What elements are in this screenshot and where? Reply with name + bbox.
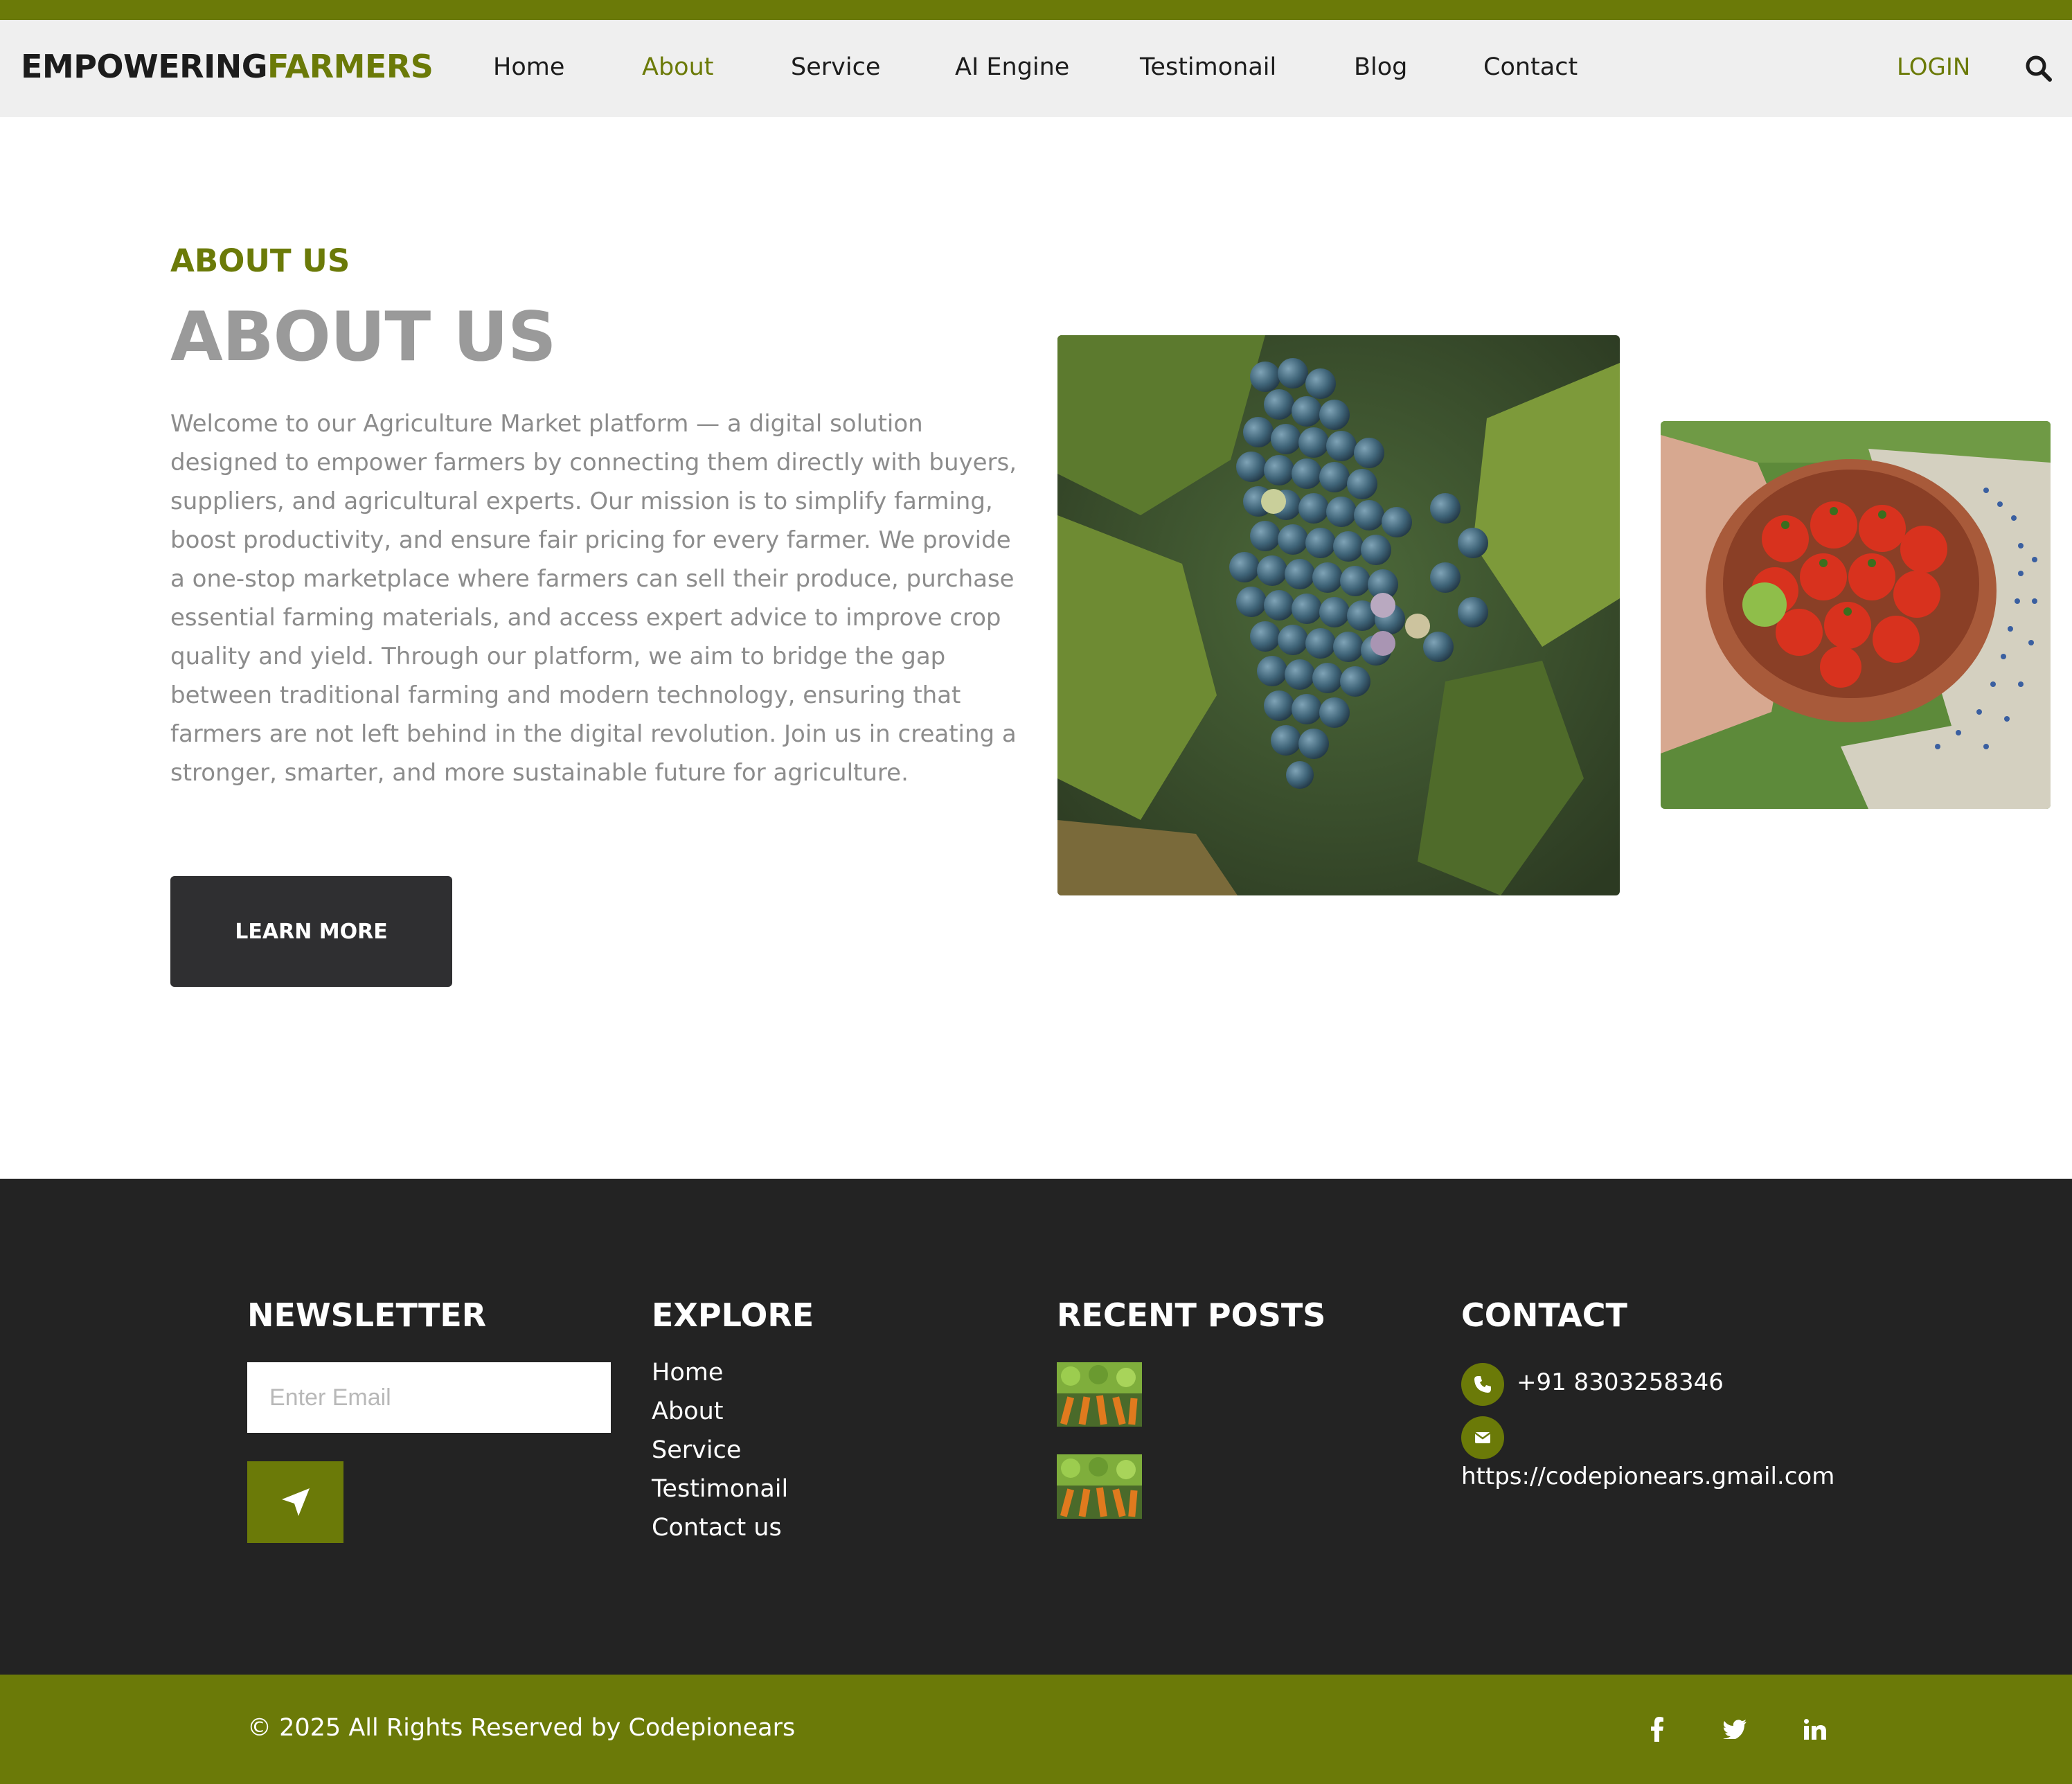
explore-link-about[interactable]: About <box>652 1398 723 1425</box>
explore-link-testimonail[interactable]: Testimonail <box>652 1475 788 1503</box>
recent-post-thumbnail[interactable] <box>1057 1454 1142 1519</box>
top-accent-bar <box>0 0 2072 20</box>
nav-item-home[interactable]: Home <box>493 53 564 81</box>
explore-link-home[interactable]: Home <box>652 1359 723 1386</box>
site-logo[interactable]: EMPOWERINGFARMERS <box>21 48 434 85</box>
newsletter-send-button[interactable] <box>247 1461 343 1543</box>
recent-post-thumbnail[interactable] <box>1057 1362 1142 1427</box>
linkedin-icon[interactable] <box>1798 1712 1832 1747</box>
send-icon <box>281 1488 310 1516</box>
about-description: Welcome to our Agriculture Market platfo… <box>170 410 1017 787</box>
tomatoes-image <box>1661 421 2051 809</box>
nav-item-ai-engine[interactable]: AI Engine <box>955 53 1069 81</box>
footer: NEWSLETTER EXPLORE Home About Service Te… <box>0 1179 2072 1675</box>
logo-part-farmers: FARMERS <box>267 48 434 85</box>
learn-more-button[interactable]: LEARN MORE <box>170 876 452 987</box>
nav-item-blog[interactable]: Blog <box>1354 53 1407 81</box>
contact-email[interactable]: https://codepionears.gmail.com <box>1461 1463 1834 1490</box>
twitter-icon[interactable] <box>1717 1712 1752 1747</box>
nav-item-service[interactable]: Service <box>791 53 880 81</box>
nav-item-contact[interactable]: Contact <box>1483 53 1578 81</box>
explore-heading: EXPLORE <box>652 1296 814 1334</box>
nav-item-testimonail[interactable]: Testimonail <box>1140 53 1276 81</box>
contact-phone[interactable]: +91 8303258346 <box>1517 1368 1724 1396</box>
grapes-image <box>1057 335 1620 895</box>
search-icon[interactable] <box>2024 53 2054 84</box>
facebook-icon[interactable] <box>1640 1712 1674 1747</box>
copyright-text: © 2025 All Rights Reserved by Codepionea… <box>247 1714 796 1742</box>
recent-posts-heading: RECENT POSTS <box>1057 1296 1326 1334</box>
nav-item-about[interactable]: About <box>642 53 713 81</box>
newsletter-heading: NEWSLETTER <box>247 1296 487 1334</box>
phone-icon <box>1461 1363 1504 1406</box>
about-title: ABOUT US <box>170 298 557 377</box>
contact-heading: CONTACT <box>1461 1296 1627 1334</box>
newsletter-email-input[interactable] <box>247 1362 611 1433</box>
login-link[interactable]: LOGIN <box>1897 53 1970 81</box>
envelope-icon <box>1461 1416 1504 1459</box>
about-eyebrow: ABOUT US <box>170 242 350 279</box>
explore-link-service[interactable]: Service <box>652 1436 741 1464</box>
bottom-bar: © 2025 All Rights Reserved by Codepionea… <box>0 1675 2072 1784</box>
logo-part-empowering: EMPOWERING <box>21 48 267 85</box>
explore-link-contact-us[interactable]: Contact us <box>652 1514 782 1542</box>
navbar: EMPOWERINGFARMERS Home About Service AI … <box>0 20 2072 117</box>
